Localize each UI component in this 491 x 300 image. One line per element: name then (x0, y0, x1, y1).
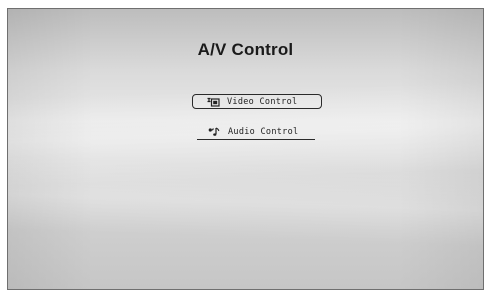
page-title: A/V Control (197, 40, 294, 59)
audio-note-icon (207, 127, 221, 137)
audio-control-label: Audio Control (228, 127, 299, 137)
audio-control-button[interactable]: Audio Control (197, 125, 315, 140)
video-icon (206, 97, 220, 107)
video-control-button[interactable]: Video Control (192, 94, 322, 109)
video-control-label: Video Control (227, 96, 298, 107)
tv-screen: A/V Control Video Control Audio Control (7, 8, 484, 290)
